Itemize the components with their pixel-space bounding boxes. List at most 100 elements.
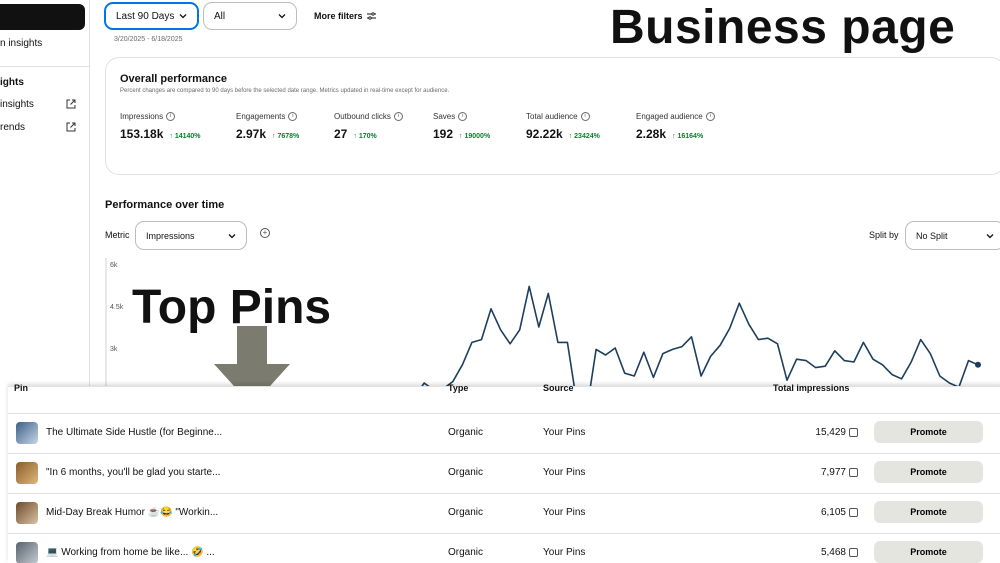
more-filters-button[interactable]: More filters (314, 11, 376, 21)
promote-button[interactable]: Promote (874, 541, 983, 563)
pin-source: Your Pins (543, 467, 586, 478)
split-by-label: Split by (869, 230, 899, 240)
metric-select-label: Metric (105, 230, 130, 240)
metric-label: Saves (433, 112, 456, 121)
metric-engagements[interactable]: Engagements i 2.97k ↑ 7678% (236, 112, 299, 141)
column-header-source[interactable]: Source (543, 383, 574, 393)
pin-impressions: 6,105 (820, 507, 846, 518)
pin-impressions: 7,977 (820, 467, 846, 478)
metric-change: ↑ 23424% (568, 133, 600, 140)
table-row[interactable]: Mid-Day Break Humor ☕😂 "Workin... Organi… (8, 493, 1000, 533)
table-row[interactable]: "In 6 months, you'll be glad you starte.… (8, 453, 1000, 493)
metric-value: 92.22k (526, 127, 563, 141)
external-link-icon[interactable] (66, 122, 76, 132)
promote-button[interactable]: Promote (874, 461, 983, 483)
copy-icon[interactable] (849, 468, 858, 477)
info-icon[interactable]: i (166, 112, 176, 121)
sidebar-item-audience-insights[interactable]: insights (0, 99, 34, 110)
pin-source: Your Pins (543, 547, 586, 558)
series-last-point[interactable] (975, 361, 981, 368)
promote-button[interactable]: Promote (874, 421, 983, 443)
y-tick-label: 4.5k (110, 304, 124, 311)
pin-thumbnail[interactable] (16, 502, 38, 524)
info-icon[interactable]: i (580, 112, 590, 121)
pin-thumbnail[interactable] (16, 422, 38, 444)
metric-total-audience[interactable]: Total audience i 92.22k ↑ 23424% (526, 112, 600, 141)
pin-type: Organic (448, 427, 484, 438)
metric-dropdown-value: Impressions (146, 230, 195, 241)
add-metric-icon[interactable]: + (260, 228, 270, 238)
info-icon[interactable]: i (393, 112, 403, 121)
metric-label: Engaged audience (636, 112, 703, 121)
pin-impressions: 5,468 (820, 547, 846, 558)
top-pins-table: Pin Type Source Total impressions The Ul… (8, 383, 1000, 563)
pin-title[interactable]: 💻 Working from home be like... 🤣 ... (46, 547, 215, 558)
metric-value: 153.18k (120, 127, 164, 141)
metric-engaged-audience[interactable]: Engaged audience i 2.28k ↑ 16164% (636, 112, 715, 141)
date-range-label: Last 90 Days (116, 10, 175, 22)
pin-title[interactable]: Mid-Day Break Humor ☕😂 "Workin... (46, 507, 218, 518)
column-header-type[interactable]: Type (448, 383, 468, 393)
info-icon[interactable]: i (705, 112, 715, 121)
metric-change: ↑ 7678% (272, 133, 300, 140)
sidebar-section-insights: ights (0, 77, 24, 88)
sidebar-profile-block[interactable] (0, 4, 85, 30)
y-tick-label: 3k (110, 346, 118, 353)
split-by-dropdown[interactable]: No Split (905, 221, 1000, 250)
chevron-down-icon (179, 14, 187, 19)
metric-change: ↑ 16164% (672, 133, 704, 140)
metric-label: Engagements (236, 112, 286, 121)
business-page-overlay-text: Business page (610, 1, 956, 54)
pin-title[interactable]: "In 6 months, you'll be glad you starte.… (46, 467, 220, 478)
metric-change: ↑ 19000% (459, 133, 491, 140)
copy-icon[interactable] (849, 508, 858, 517)
info-icon[interactable]: i (458, 112, 468, 121)
external-link-icon[interactable] (66, 99, 76, 109)
metric-label: Outbound clicks (334, 112, 391, 121)
date-range-dropdown[interactable]: Last 90 Days (104, 2, 199, 30)
chevron-down-icon (228, 233, 236, 238)
pin-impressions: 15,429 (815, 427, 846, 438)
pin-title[interactable]: The Ultimate Side Hustle (for Beginne... (46, 427, 222, 438)
more-filters-label: More filters (314, 11, 363, 21)
pin-source: Your Pins (543, 507, 586, 518)
pin-type: Organic (448, 467, 484, 478)
pin-source: Your Pins (543, 427, 586, 438)
overall-performance-title: Overall performance (120, 73, 227, 85)
metric-dropdown[interactable]: Impressions (135, 221, 247, 250)
overall-performance-subtitle: Percent changes are compared to 90 days … (120, 88, 450, 94)
filter-sliders-icon (366, 12, 376, 20)
date-range-text: 3/20/2025 - 6/18/2025 (114, 36, 183, 43)
metric-value: 192 (433, 127, 454, 141)
metric-label: Impressions (120, 112, 164, 121)
pin-thumbnail[interactable] (16, 542, 38, 563)
chevron-down-icon (278, 14, 286, 19)
overall-performance-card: Overall performance Percent changes are … (105, 57, 1000, 175)
column-header-pin[interactable]: Pin (14, 383, 28, 393)
promote-button[interactable]: Promote (874, 501, 983, 523)
chevron-down-icon (986, 233, 994, 238)
metric-impressions[interactable]: Impressions i 153.18k ↑ 14140% (120, 112, 201, 141)
info-icon[interactable]: i (288, 112, 298, 121)
type-filter-dropdown[interactable]: All (203, 2, 297, 30)
metric-saves[interactable]: Saves i 192 ↑ 19000% (433, 112, 490, 141)
metric-label: Total audience (526, 112, 578, 121)
table-row[interactable]: The Ultimate Side Hustle (for Beginne...… (8, 413, 1000, 453)
metric-outbound-clicks[interactable]: Outbound clicks i 27 ↑ 170% (334, 112, 403, 141)
sidebar-item-trends[interactable]: rends (0, 122, 25, 133)
metric-value: 2.97k (236, 127, 267, 141)
split-by-value: No Split (916, 230, 948, 241)
copy-icon[interactable] (849, 428, 858, 437)
pin-type: Organic (448, 507, 484, 518)
pin-thumbnail[interactable] (16, 462, 38, 484)
table-row[interactable]: 💻 Working from home be like... 🤣 ... Org… (8, 533, 1000, 563)
copy-icon[interactable] (849, 548, 858, 557)
left-sidebar: n insights ights insights rends (0, 0, 90, 400)
sidebar-divider (0, 66, 90, 67)
metric-change: ↑ 170% (353, 133, 377, 140)
column-header-total-impressions[interactable]: Total impressions (773, 383, 849, 393)
sidebar-item-insights[interactable]: n insights (0, 38, 42, 49)
y-tick-label: 6k (110, 262, 118, 269)
metric-change: ↑ 14140% (169, 133, 201, 140)
metric-value: 27 (334, 127, 348, 141)
